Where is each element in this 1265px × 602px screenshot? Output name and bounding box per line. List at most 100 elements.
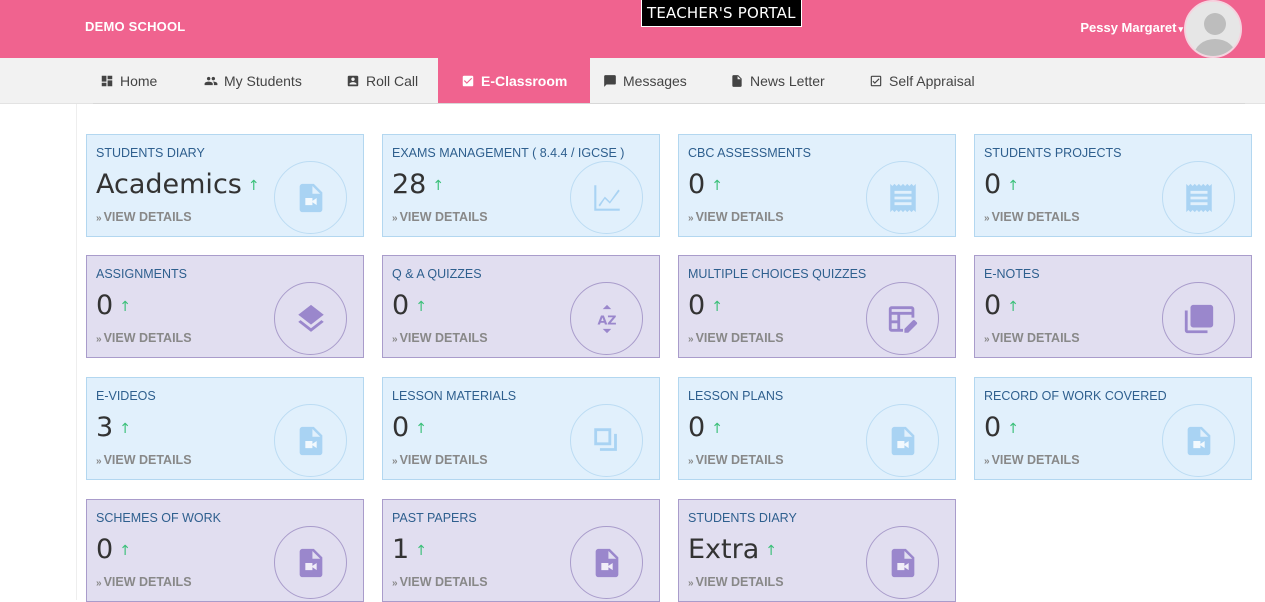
view-details-label: VIEW DETAILS bbox=[399, 210, 488, 224]
card-cbc-assessments[interactable]: CBC ASSESSMENTS 0 ↑ » VIEW DETAILS bbox=[678, 134, 956, 237]
card-title: PAST PAPERS bbox=[392, 511, 477, 525]
card-title: LESSON MATERIALS bbox=[392, 389, 517, 403]
card-title: MULTIPLE CHOICES QUIZZES bbox=[688, 267, 867, 281]
arrow-up-icon: ↑ bbox=[119, 421, 131, 437]
view-details-label: VIEW DETAILS bbox=[991, 453, 1080, 467]
avatar[interactable] bbox=[1184, 0, 1242, 58]
view-details-label: VIEW DETAILS bbox=[399, 453, 488, 467]
nav-home-label: Home bbox=[120, 73, 158, 89]
nav-messages[interactable]: Messages bbox=[603, 58, 687, 104]
view-details-link[interactable]: » VIEW DETAILS bbox=[96, 331, 192, 345]
nav-my-students-label: My Students bbox=[224, 73, 302, 89]
receipt-icon bbox=[889, 183, 916, 212]
card-e-videos[interactable]: E-VIDEOS 3 ↑ » VIEW DETAILS bbox=[86, 377, 364, 480]
nav-self-appraisal[interactable]: Self Appraisal bbox=[869, 58, 975, 104]
card-value: 0 ↑ bbox=[392, 412, 427, 443]
card-exams-management-8-4-4-igcse[interactable]: EXAMS MANAGEMENT ( 8.4.4 / IGCSE ) 28 ↑ »… bbox=[382, 134, 660, 237]
card-schemes-of-work[interactable]: SCHEMES OF WORK 0 ↑ » VIEW DETAILS bbox=[86, 499, 364, 602]
card-value: 0 ↑ bbox=[688, 290, 723, 321]
card-value-text: 0 bbox=[392, 290, 410, 321]
card-students-diary[interactable]: STUDENTS DIARY Academics ↑ » VIEW DETAILS bbox=[86, 134, 364, 237]
card-assignments[interactable]: ASSIGNMENTS 0 ↑ » VIEW DETAILS bbox=[86, 255, 364, 358]
card-past-papers[interactable]: PAST PAPERS 1 ↑ » VIEW DETAILS bbox=[382, 499, 660, 602]
view-details-link[interactable]: » VIEW DETAILS bbox=[984, 453, 1080, 467]
view-details-link[interactable]: » VIEW DETAILS bbox=[984, 210, 1080, 224]
view-details-link[interactable]: » VIEW DETAILS bbox=[96, 453, 192, 467]
card-icon-circle bbox=[274, 526, 347, 599]
school-brand[interactable]: DEMO SCHOOL bbox=[85, 19, 185, 34]
view-details-link[interactable]: » VIEW DETAILS bbox=[688, 575, 784, 589]
user-menu[interactable]: Pessy Margaret ▾ bbox=[1080, 20, 1183, 35]
card-value: 0 ↑ bbox=[96, 534, 131, 565]
view-details-link[interactable]: » VIEW DETAILS bbox=[96, 210, 192, 224]
nav-roll-call-label: Roll Call bbox=[366, 73, 419, 89]
double-chevron-right-icon: » bbox=[392, 334, 398, 345]
card-icon-circle bbox=[1162, 161, 1235, 234]
view-details-link[interactable]: » VIEW DETAILS bbox=[96, 575, 192, 589]
id-card-icon bbox=[347, 75, 359, 87]
card-title: ASSIGNMENTS bbox=[96, 267, 187, 281]
nav-e-classroom[interactable]: E-Classroom bbox=[438, 58, 591, 104]
card-value-text: 0 bbox=[392, 412, 410, 443]
view-details-label: VIEW DETAILS bbox=[399, 331, 488, 345]
table-edit-icon bbox=[888, 305, 917, 333]
card-q-a-quizzes[interactable]: Q & A QUIZZES 0 ↑ » VIEW DETAILS AZ bbox=[382, 255, 660, 358]
card-students-projects[interactable]: STUDENTS PROJECTS 0 ↑ » VIEW DETAILS bbox=[974, 134, 1252, 237]
view-details-label: VIEW DETAILS bbox=[695, 210, 784, 224]
arrow-up-icon: ↑ bbox=[415, 543, 427, 559]
arrow-up-icon: ↑ bbox=[432, 178, 445, 194]
card-title: SCHEMES OF WORK bbox=[96, 511, 222, 525]
nav-messages-label: Messages bbox=[623, 73, 687, 89]
card-record-of-work-covered[interactable]: RECORD OF WORK COVERED 0 ↑ » VIEW DETAILS bbox=[974, 377, 1252, 480]
nav-news-letter[interactable]: News Letter bbox=[730, 58, 825, 104]
view-details-link[interactable]: » VIEW DETAILS bbox=[392, 210, 488, 224]
video-file-icon bbox=[891, 548, 914, 577]
card-lesson-plans[interactable]: LESSON PLANS 0 ↑ » VIEW DETAILS bbox=[678, 377, 956, 480]
view-details-label: VIEW DETAILS bbox=[991, 331, 1080, 345]
card-value-text: 1 bbox=[392, 534, 410, 565]
arrow-up-icon: ↑ bbox=[415, 299, 427, 315]
nav-roll-call[interactable]: Roll Call bbox=[346, 58, 418, 104]
card-title: STUDENTS DIARY bbox=[96, 146, 205, 160]
view-details-link[interactable]: » VIEW DETAILS bbox=[392, 575, 488, 589]
double-chevron-right-icon: » bbox=[984, 213, 990, 224]
arrow-up-icon: ↑ bbox=[1007, 299, 1019, 315]
card-title: E-VIDEOS bbox=[96, 389, 156, 403]
view-details-link[interactable]: » VIEW DETAILS bbox=[688, 210, 784, 224]
view-details-label: VIEW DETAILS bbox=[103, 331, 192, 345]
arrow-up-icon: ↑ bbox=[711, 299, 723, 315]
dashboard-icon bbox=[101, 75, 113, 87]
main-nav: Home My Students Roll Call E-Classroom M… bbox=[0, 58, 1265, 104]
card-title: CBC ASSESSMENTS bbox=[688, 146, 811, 160]
card-multiple-choices-quizzes[interactable]: MULTIPLE CHOICES QUIZZES 0 ↑ » VIEW DETAIL… bbox=[678, 255, 956, 358]
view-details-link[interactable]: » VIEW DETAILS bbox=[688, 331, 784, 345]
card-value: 0 ↑ bbox=[688, 412, 723, 443]
card-icon-circle bbox=[866, 161, 939, 234]
view-details-link[interactable]: » VIEW DETAILS bbox=[392, 331, 488, 345]
card-students-diary[interactable]: STUDENTS DIARY Extra ↑ » VIEW DETAILS bbox=[678, 499, 956, 602]
card-lesson-materials[interactable]: LESSON MATERIALS 0 ↑ » VIEW DETAILS bbox=[382, 377, 660, 480]
double-chevron-right-icon: » bbox=[688, 456, 694, 467]
nav-home[interactable]: Home bbox=[100, 58, 157, 104]
double-chevron-right-icon: » bbox=[688, 213, 694, 224]
card-value: 3 ↑ bbox=[96, 412, 131, 443]
card-value: Academics ↑ bbox=[96, 169, 260, 200]
view-details-link[interactable]: » VIEW DETAILS bbox=[392, 453, 488, 467]
card-title: RECORD OF WORK COVERED bbox=[984, 389, 1167, 403]
nav-my-students[interactable]: My Students bbox=[204, 58, 302, 104]
card-value-text: 0 bbox=[688, 290, 706, 321]
svg-text:AZ: AZ bbox=[597, 313, 616, 328]
arrow-up-icon: ↑ bbox=[765, 543, 778, 559]
arrow-up-icon: ↑ bbox=[119, 543, 131, 559]
arrow-up-icon: ↑ bbox=[415, 421, 427, 437]
double-chevron-right-icon: » bbox=[984, 334, 990, 345]
double-chevron-right-icon: » bbox=[392, 578, 398, 589]
document-icon bbox=[732, 75, 742, 87]
card-value: 0 ↑ bbox=[96, 290, 131, 321]
card-icon-circle bbox=[1162, 404, 1235, 477]
view-details-label: VIEW DETAILS bbox=[399, 575, 488, 589]
view-details-link[interactable]: » VIEW DETAILS bbox=[984, 331, 1080, 345]
card-e-notes[interactable]: E-NOTES 0 ↑ » VIEW DETAILS bbox=[974, 255, 1252, 358]
arrow-up-icon: ↑ bbox=[711, 421, 723, 437]
view-details-link[interactable]: » VIEW DETAILS bbox=[688, 453, 784, 467]
